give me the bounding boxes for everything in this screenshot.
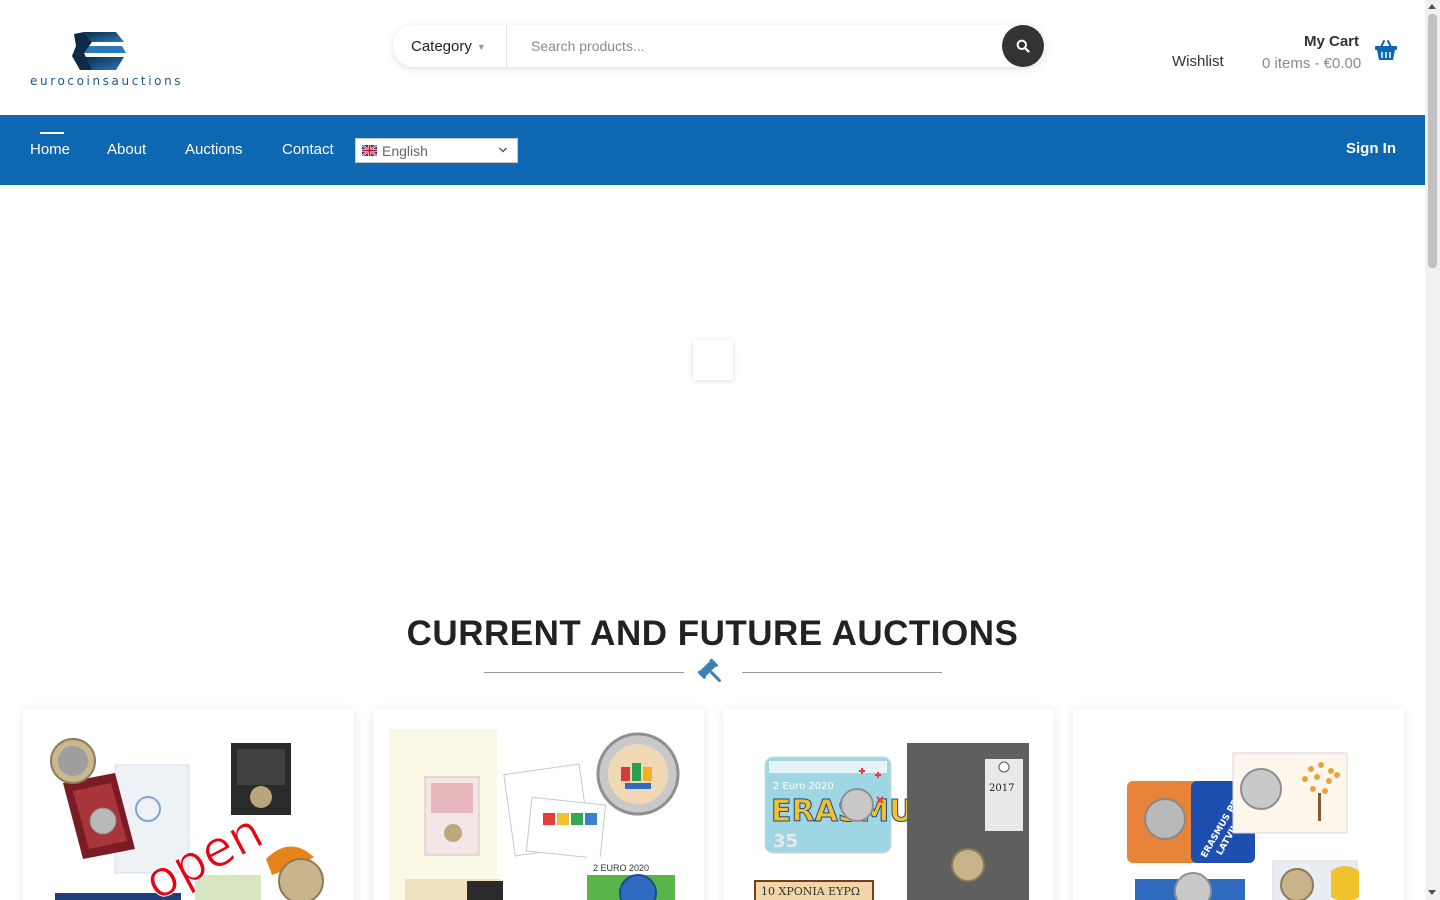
search-input[interactable] — [507, 25, 999, 67]
uk-flag-icon — [362, 145, 377, 156]
card-number-label: 35 — [773, 831, 798, 852]
cart-title[interactable]: My Cart — [1304, 33, 1359, 50]
logo-wordmark: eurocoinsauctions — [30, 74, 184, 88]
nav-item-home[interactable]: Home — [30, 132, 70, 158]
nav-item-auctions[interactable]: Auctions — [185, 141, 243, 158]
site-logo[interactable]: eurocoinsauctions — [30, 28, 184, 88]
search-button[interactable] — [1002, 25, 1044, 67]
wishlist-link[interactable]: Wishlist — [1172, 53, 1224, 70]
scroll-down-arrow-icon[interactable] — [1428, 890, 1436, 895]
scroll-thumb[interactable] — [1428, 14, 1437, 268]
chevron-down-icon: ▼ — [476, 42, 486, 52]
nav-item-contact[interactable]: Contact — [282, 141, 334, 158]
nav-item-about[interactable]: About — [107, 141, 146, 158]
card-bottom-text: 10 ΧΡΟΝΙΑ ΕΥΡΩ — [761, 885, 860, 898]
slider-loader — [693, 340, 733, 380]
auction-card-image: 2 EURO 2020 — [389, 729, 680, 900]
page-scrollbar[interactable] — [1425, 0, 1440, 900]
main-nav: Home About Auctions Contact English Sign… — [0, 115, 1425, 185]
language-label: English — [382, 142, 428, 159]
divider-right — [742, 672, 942, 673]
site-header: eurocoinsauctions Category ▼ Wishlist My… — [0, 0, 1425, 115]
auction-card[interactable]: 2 EURO 2020 — [373, 709, 704, 900]
chevron-down-icon — [499, 147, 507, 153]
gavel-icon — [698, 659, 722, 683]
signin-link[interactable]: Sign In — [1346, 140, 1396, 157]
card-coin-label: 2 EURO 2020 — [593, 863, 649, 873]
divider-left — [484, 672, 684, 673]
category-label: Category — [411, 37, 472, 55]
auction-card-image: 2 Euro 2020 ERASMUS 35 2017 10 ΧΡΟΝΙΑ ΕΥ… — [754, 743, 1029, 900]
basket-icon[interactable] — [1374, 38, 1398, 62]
auction-card-image: ERASMUS PROGRAMMA LATVIJA — [1127, 751, 1359, 900]
auction-card[interactable]: open — [23, 709, 354, 900]
logo-mark-icon — [72, 32, 126, 70]
search-icon — [1016, 39, 1030, 53]
auction-card-image: open — [50, 738, 324, 900]
cart-summary[interactable]: 0 items - €0.00 — [1262, 55, 1361, 72]
card-year-label: 2017 — [989, 783, 1014, 794]
card-coin-label: 2 Euro 2020 — [773, 781, 834, 792]
auction-card[interactable]: 2 Euro 2020 ERASMUS 35 2017 10 ΧΡΟΝΙΑ ΕΥ… — [723, 709, 1054, 900]
auction-card[interactable]: ERASMUS PROGRAMMA LATVIJA — [1073, 709, 1404, 900]
section-title: CURRENT AND FUTURE AUCTIONS — [406, 614, 1019, 653]
scroll-up-arrow-icon[interactable] — [1428, 4, 1436, 9]
search-bar: Category ▼ — [393, 25, 1045, 67]
language-select[interactable]: English — [355, 138, 518, 163]
category-dropdown[interactable]: Category ▼ — [393, 25, 507, 67]
